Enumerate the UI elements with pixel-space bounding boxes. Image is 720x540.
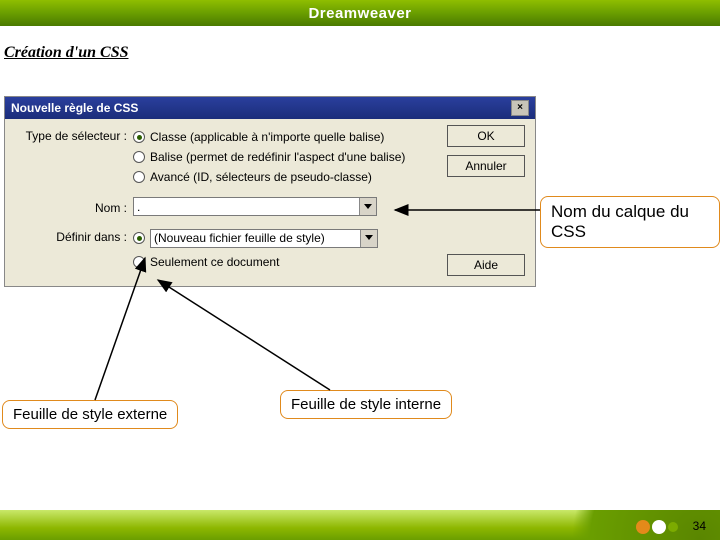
radio-label: Classe (applicable à n'importe quelle ba… xyxy=(150,130,384,144)
chevron-down-icon[interactable] xyxy=(360,230,377,247)
define-file-value: (Nouveau fichier feuille de style) xyxy=(154,231,325,245)
radio-label: Avancé (ID, sélecteurs de pseudo-classe) xyxy=(150,170,372,184)
dialog-titlebar: Nouvelle règle de CSS × xyxy=(5,97,535,119)
name-value: . xyxy=(137,200,140,214)
dialog-title-text: Nouvelle règle de CSS xyxy=(11,101,138,115)
cancel-button[interactable]: Annuler xyxy=(447,155,525,177)
callout-internal: Feuille de style interne xyxy=(280,390,452,419)
callout-external: Feuille de style externe xyxy=(2,400,178,429)
ok-button[interactable]: OK xyxy=(447,125,525,147)
banner: Dreamweaver xyxy=(0,0,720,26)
radio-label: Balise (permet de redéfinir l'aspect d'u… xyxy=(150,150,405,164)
radio-icon xyxy=(133,256,145,268)
section-heading: Création d'un CSS xyxy=(4,44,720,62)
selector-type-label: Type de sélecteur : xyxy=(13,127,133,143)
name-row: Nom : . xyxy=(13,197,527,216)
footer-bar xyxy=(0,510,720,540)
radio-icon xyxy=(133,232,145,244)
radio-option-new-file[interactable]: (Nouveau fichier feuille de style) xyxy=(133,228,527,248)
footer-decoration xyxy=(520,510,720,540)
radio-icon xyxy=(133,171,145,183)
radio-icon xyxy=(133,151,145,163)
chevron-down-icon[interactable] xyxy=(359,198,376,215)
dialog-body: OK Annuler Type de sélecteur : Classe (a… xyxy=(5,119,535,286)
page-number: 34 xyxy=(693,519,706,533)
dot-icon xyxy=(652,520,666,534)
css-rule-dialog: Nouvelle règle de CSS × OK Annuler Type … xyxy=(4,96,536,287)
dialog-button-column: OK Annuler xyxy=(447,125,525,177)
radio-icon xyxy=(133,131,145,143)
close-icon[interactable]: × xyxy=(511,100,529,116)
name-field-wrap: . xyxy=(133,197,527,216)
dot-icon xyxy=(668,522,678,532)
callout-name: Nom du calque du CSS xyxy=(540,196,720,248)
radio-label: Seulement ce document xyxy=(150,255,279,269)
name-field[interactable]: . xyxy=(133,197,377,216)
dot-icon xyxy=(636,520,650,534)
banner-title: Dreamweaver xyxy=(308,5,411,22)
page-dots xyxy=(636,520,678,534)
help-button[interactable]: Aide xyxy=(447,254,525,276)
define-in-label: Définir dans : xyxy=(13,228,133,244)
define-file-select[interactable]: (Nouveau fichier feuille de style) xyxy=(150,229,378,248)
name-label: Nom : xyxy=(13,199,133,215)
